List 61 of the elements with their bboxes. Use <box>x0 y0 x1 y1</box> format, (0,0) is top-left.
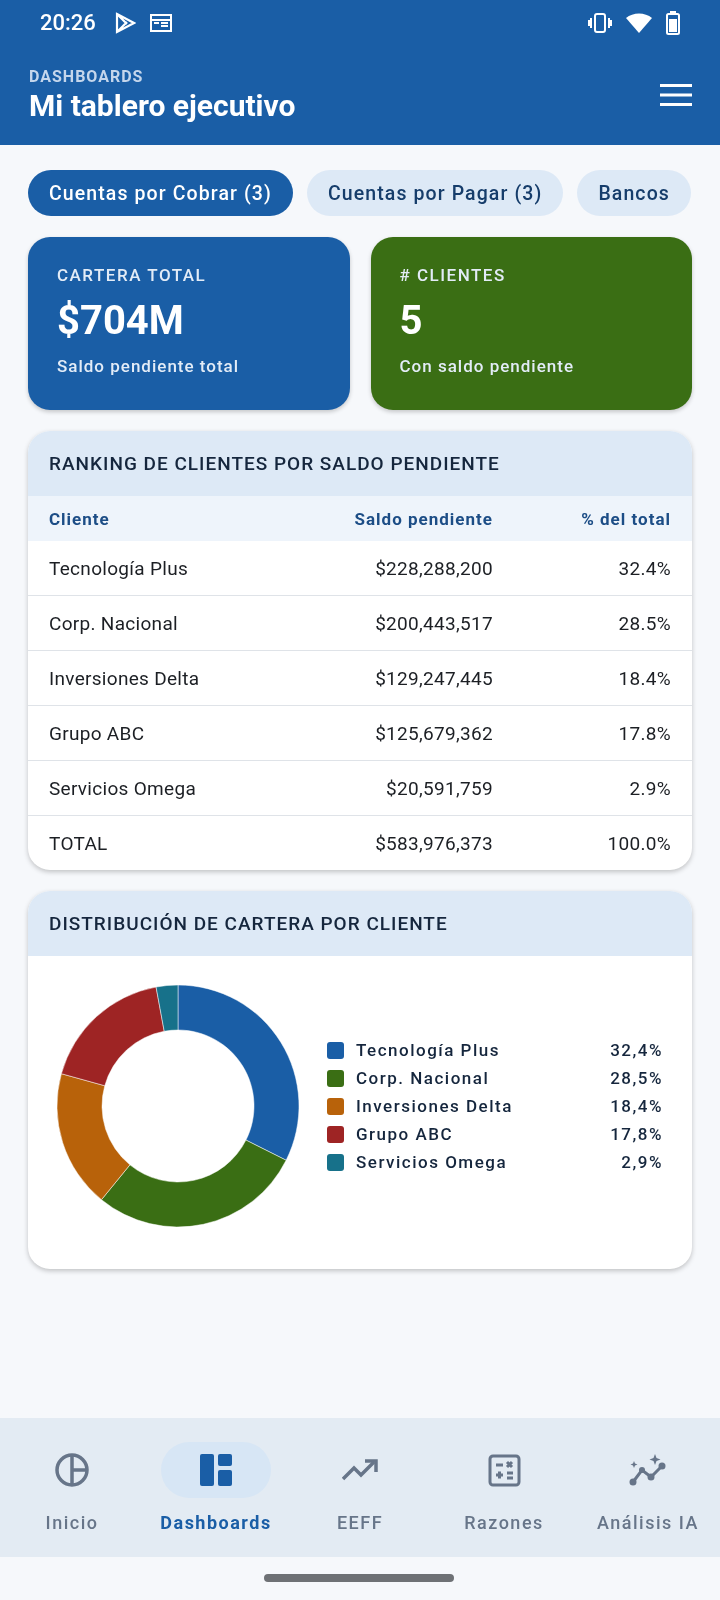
battery-icon <box>666 10 680 35</box>
status-time: 20:26 <box>40 10 96 35</box>
table-cell: $129,247,445 <box>375 666 493 690</box>
vibrate-icon <box>588 12 612 33</box>
table-cell-text: Tecnología Plus <box>49 556 190 580</box>
table-cell-text: Corp. Nacional <box>49 611 179 635</box>
table-cell-text: Inversiones Delta <box>49 666 201 690</box>
legend-value: 2,9% <box>621 1152 663 1172</box>
table-cell: 32.4% <box>618 556 671 580</box>
nav-item[interactable]: Razones <box>432 1418 576 1557</box>
filter-tab[interactable]: Bancos <box>577 170 691 216</box>
section-overline: DASHBOARDS <box>29 67 145 86</box>
nav-item[interactable]: Dashboards <box>144 1418 288 1557</box>
kpi-label: # CLIENTES <box>399 265 506 285</box>
filter-tab[interactable]: Cuentas por Pagar (3) <box>306 170 564 216</box>
table-cell: 100.0% <box>607 831 671 855</box>
legend-value: 18,4% <box>610 1096 663 1116</box>
table-cell-text: Servicios Omega <box>49 776 198 800</box>
table-cell-text: Grupo ABC <box>49 721 146 745</box>
table-cell-text: TOTAL <box>49 831 109 855</box>
dashboard-icon <box>200 1454 232 1486</box>
column-header: Saldo pendiente <box>354 508 493 529</box>
pie-chart-icon <box>54 1452 90 1488</box>
table-cell: 2.9% <box>629 776 671 800</box>
trending-up-icon <box>342 1459 378 1481</box>
legend-value: 28,5% <box>610 1068 663 1088</box>
legend-label: Inversiones Delta <box>356 1096 514 1116</box>
table-cell: 18.4% <box>618 666 671 690</box>
nav-item[interactable]: Inicio <box>0 1418 144 1557</box>
nav-item[interactable]: Análisis IA <box>576 1418 720 1557</box>
legend-label: Corp. Nacional <box>356 1068 491 1088</box>
card-title: DISTRIBUCIÓN DE CARTERA POR CLIENTE <box>49 912 448 935</box>
table-cell: 17.8% <box>618 721 671 745</box>
table-cell: $200,443,517 <box>375 611 493 635</box>
page-title: Mi tablero ejecutivo <box>29 88 297 123</box>
table-cell: $228,288,200 <box>375 556 493 580</box>
table-cell: $583,976,373 <box>375 831 493 855</box>
column-header: % del total <box>581 508 671 529</box>
legend-value: 17,8% <box>610 1124 663 1144</box>
card-title: RANKING DE CLIENTES POR SALDO PENDIENTE <box>49 452 500 475</box>
sparkle-chart-icon <box>629 1454 667 1486</box>
table-cell: 28.5% <box>618 611 671 635</box>
legend-value: 32,4% <box>610 1040 663 1060</box>
legend-label: Grupo ABC <box>356 1124 455 1144</box>
kpi-caption: Con saldo pendiente <box>399 356 574 376</box>
calendar-icon <box>149 12 172 33</box>
legend-label: Tecnología Plus <box>356 1040 501 1060</box>
kpi-value: 5 <box>399 297 423 344</box>
kpi-value: $704M <box>57 297 184 344</box>
nav-item[interactable]: EEFF <box>288 1418 432 1557</box>
table-cell: $20,591,759 <box>386 776 493 800</box>
filter-tab[interactable]: Cuentas por Cobrar (3) <box>28 170 293 216</box>
play-store-icon <box>113 11 136 34</box>
wifi-icon <box>626 12 652 33</box>
legend-label: Servicios Omega <box>356 1152 509 1172</box>
table-cell: $125,679,362 <box>375 721 493 745</box>
calculator-icon <box>487 1453 521 1487</box>
kpi-label: CARTERA TOTAL <box>57 265 207 285</box>
kpi-caption: Saldo pendiente total <box>57 356 240 376</box>
menu-icon[interactable] <box>660 84 692 106</box>
column-header: Cliente <box>49 508 111 529</box>
